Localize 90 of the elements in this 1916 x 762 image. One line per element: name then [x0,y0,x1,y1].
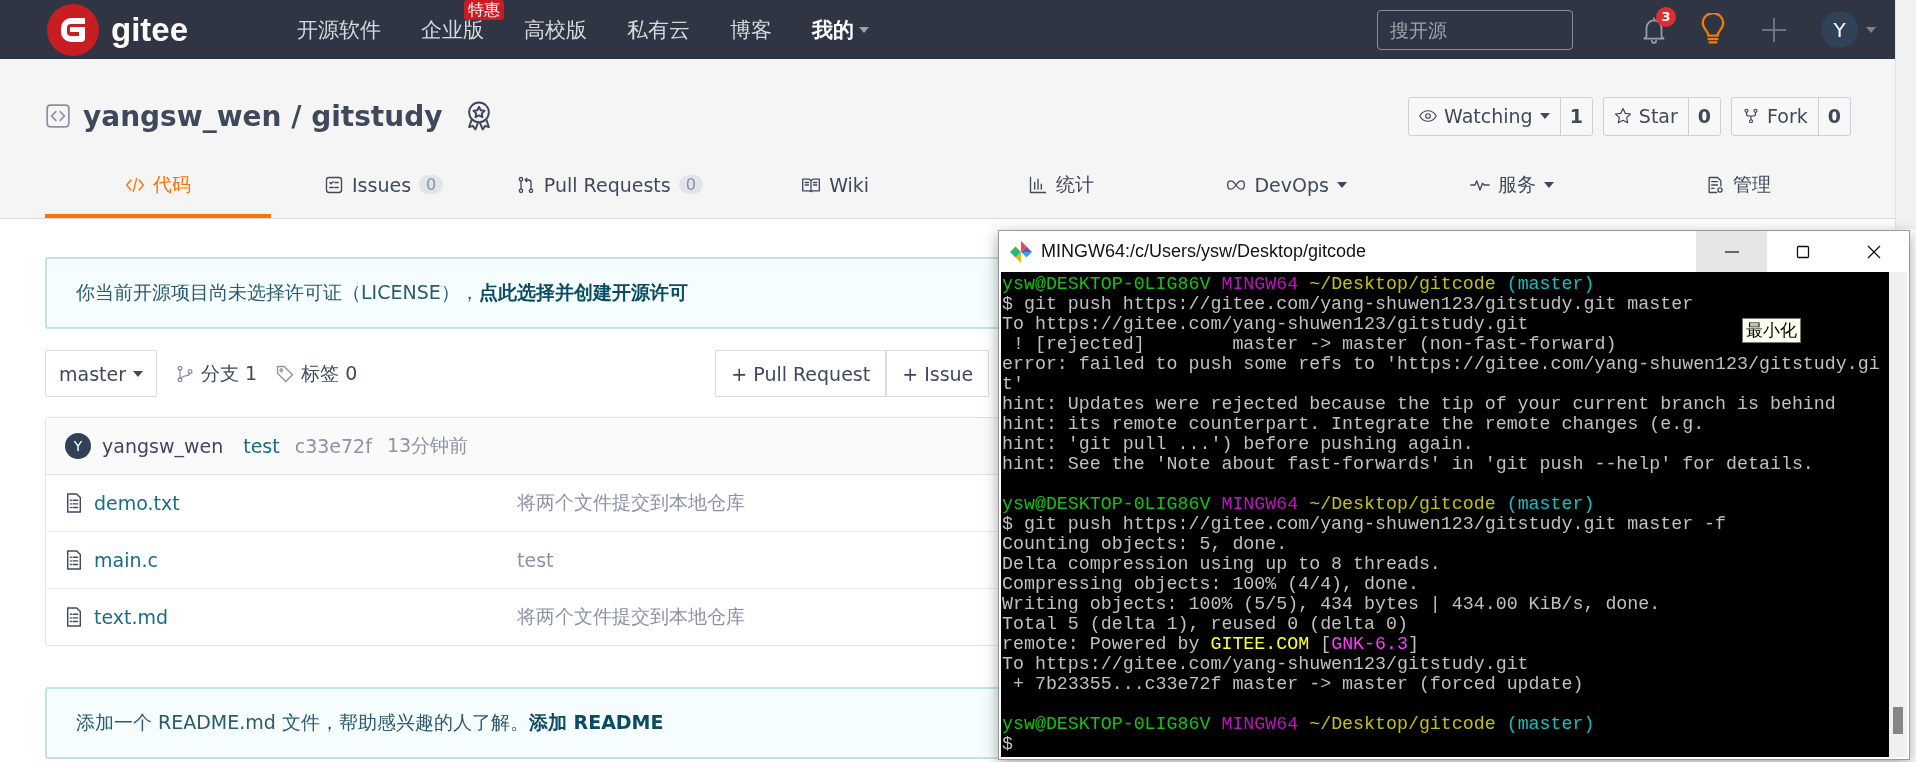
count-badge: 0 [678,175,703,194]
notification-badge: 3 [1656,6,1676,27]
file-icon [65,607,83,627]
nav-link[interactable]: 企业版 特惠 [401,0,504,59]
terminal-line: ysw@DESKTOP-0LIG86V MINGW64 ~/Desktop/gitcode (master) [1002,274,1595,294]
tab[interactable]: Wiki [722,155,948,218]
tooltip: 最小化 [1742,318,1801,343]
commit-message-link[interactable]: test [243,435,280,457]
star-icon [1613,107,1632,125]
create-button[interactable]: + Issue [886,350,990,397]
terminal-line: Delta compression using up to 8 threads. [1002,554,1441,574]
terminal-line: Writing objects: 100% (5/5), 434 bytes | 434.00 KiB/s, done. [1002,594,1661,614]
bar-chart-icon [1027,174,1048,195]
terminal-line: remote: Powered by GITEE.COM [GNK-6.3] [1002,634,1419,654]
fork-button[interactable]: Fork [1732,97,1819,135]
notice-text: 你当前开源项目尚未选择许可证（LICENSE），点此选择并创建开源许可 [76,280,688,305]
nav-link[interactable]: 私有云 [607,0,710,59]
file-link[interactable]: text.md [94,606,169,628]
terminal-line: error: failed to push some refs to 'https://gitee.com/yang-shuwen123/gitstudy.gi [1002,354,1880,374]
plus-icon [1761,16,1787,43]
tab[interactable]: 统计 [948,155,1174,218]
notice-text: 添加一个 README.md 文件，帮助感兴趣的人了解。添加 README [76,710,664,735]
tags-link[interactable]: 标签 0 [275,360,358,387]
repository-icon [45,103,71,129]
branches-link[interactable]: 分支 1 [175,360,258,387]
eye-icon [1419,107,1438,125]
fork-icon [1742,107,1761,125]
git-diamond-icon [1009,239,1033,264]
tab[interactable]: 管理 [1625,155,1851,218]
minimize-button[interactable] [1696,231,1767,272]
file-icon [65,493,83,513]
maximize-icon [1795,244,1810,259]
count-link[interactable]: 0 [1818,97,1850,135]
terminal-line: Compressing objects: 100% (4/4), done. [1002,574,1419,594]
checklist-icon [324,174,344,195]
terminal-line: $ [1002,734,1013,754]
logo-text[interactable]: gitee [111,10,189,49]
nav-link[interactable]: 我的 [792,0,889,59]
terminal-line: hint: See the 'Note about fast-forwards' in 'git push --help' for details. [1002,454,1814,474]
terminal-line: hint: 'git pull ...') before pushing again. [1002,434,1474,454]
minimize-icon [1724,250,1739,253]
nav-link[interactable]: 开源软件 [277,0,401,59]
create-button[interactable]: + Pull Request [715,350,887,397]
terminal-line: ysw@DESKTOP-0LIG86V MINGW64 ~/Desktop/gitcode (master) [1002,714,1595,734]
branch-icon [175,363,195,384]
file-link[interactable]: demo.txt [94,492,180,514]
notice-link[interactable]: 点此选择并创建开源许可 [478,281,688,303]
count-link[interactable]: 0 [1688,97,1721,135]
tab[interactable]: Pull Requests 0 [496,155,723,218]
terminal-line: To https://gitee.com/yang-shuwen123/gitstudy.git [1002,654,1529,674]
file-link[interactable]: main.c [94,549,158,571]
search-field[interactable]: 搜开源 [1377,9,1573,50]
tab[interactable]: Issues 0 [270,155,497,218]
count-link[interactable]: 1 [1560,97,1592,135]
terminal-line: Counting objects: 5, done. [1002,534,1288,554]
commit-time: 13分钟前 [386,433,469,458]
terminal-line: hint: Updates were rejected because the tip of your current branch is behind [1002,394,1836,414]
branch-dropdown[interactable]: master [45,350,157,397]
star-button[interactable]: Star [1603,97,1689,135]
terminal-line: $ git push https://gitee.com/yang-shuwen123/gitstudy.git master -f [1002,514,1727,534]
terminal-line: + 7b23355...c33e72f master -> master (forced update) [1011,674,1584,694]
file-icon [65,550,83,570]
author-link[interactable]: yangsw_wen [102,435,224,457]
terminal-line: $ git push https://gitee.com/yang-shuwen123/gitstudy.git master [1002,294,1694,314]
terminal-line: hint: its remote counterpart. Integrate the remote changes (e.g. [1002,414,1705,434]
count-badge: 0 [419,175,444,194]
caret-icon [1866,26,1876,33]
notice-link[interactable]: 添加 README [528,711,664,733]
terminal-line: t' [1002,374,1024,394]
terminal-line: To https://gitee.com/yang-shuwen123/gitstudy.git [1002,314,1529,334]
watch-button[interactable]: Watching [1409,97,1561,135]
terminal-line: ysw@DESKTOP-0LIG86V MINGW64 ~/Desktop/gitcode (master) [1002,494,1595,514]
terminal-line: Total 5 (delta 1), reused 0 (delta 0) [1002,614,1408,634]
nav-link[interactable]: 博客 [710,0,792,59]
caret-icon [133,370,143,377]
scrollbar[interactable] [1895,0,1916,229]
close-icon [1866,244,1881,259]
promo-badge: 特惠 [464,0,504,20]
lightbulb-icon [1699,12,1727,47]
tab[interactable]: DevOps [1173,155,1400,218]
nav-link[interactable]: 高校版 [504,0,607,59]
terminal-line: ! [rejected] master -> master (non-fast-forward) [1011,334,1617,354]
gitee-logo-icon [47,3,99,56]
avatar[interactable]: Y [1821,11,1858,48]
repository-title[interactable]: yangsw_wen / gitstudy [83,99,443,133]
tag-icon [275,363,296,384]
avatar[interactable]: Y [65,433,91,459]
tab[interactable]: 服务 [1399,155,1626,218]
scrollbar[interactable] [1889,272,1907,757]
window-title: MINGW64:/c/Users/ysw/Desktop/gitcode [1041,241,1367,262]
